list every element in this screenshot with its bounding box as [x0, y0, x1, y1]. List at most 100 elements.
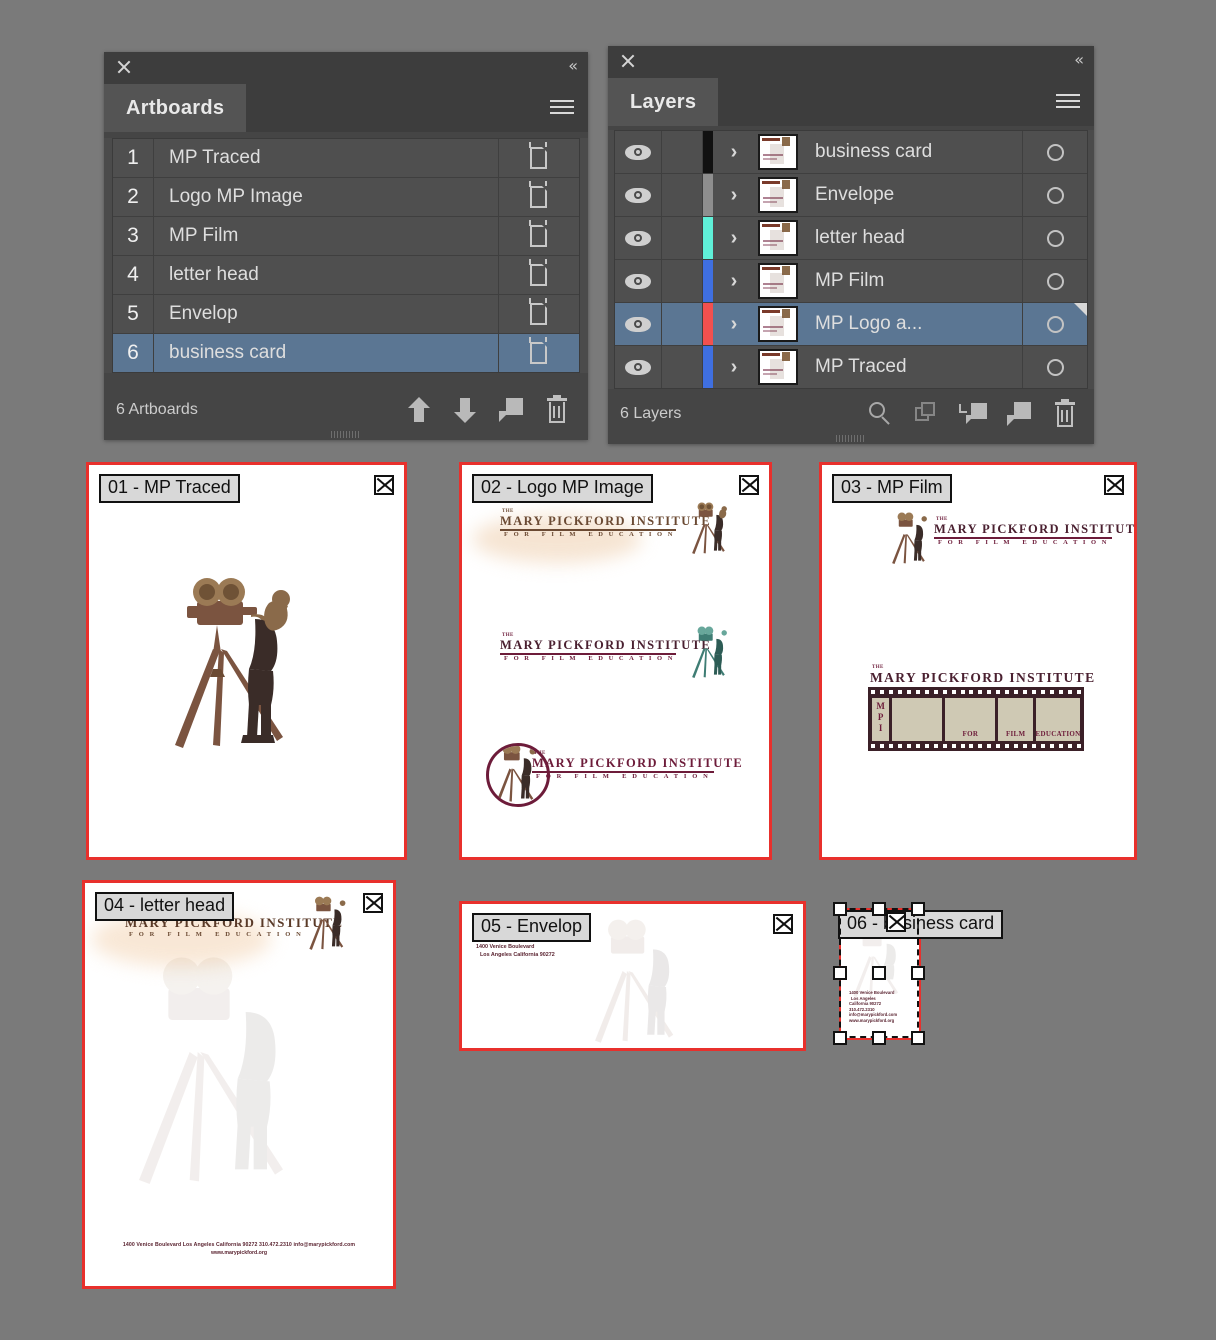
layer-thumbnail[interactable] — [755, 303, 801, 345]
selection-handle-mm[interactable] — [872, 966, 886, 980]
layer-name[interactable]: business card — [801, 131, 1022, 173]
artboard-04-letter-head[interactable]: 04 - letter head MARY PICKFORD INSTITUTE… — [82, 880, 396, 1289]
artboard-01-mp-traced[interactable]: 01 - MP Traced — [86, 462, 407, 860]
panel-resize-grip[interactable] — [608, 434, 1094, 442]
layer-row-4[interactable]: › MP Film — [615, 260, 1087, 303]
layer-lock-toggle[interactable] — [662, 303, 703, 345]
panel-menu-icon[interactable] — [550, 100, 574, 116]
layer-target-indicator[interactable] — [1022, 174, 1087, 216]
layer-thumbnail[interactable] — [755, 346, 801, 388]
artboard-close-icon[interactable] — [739, 475, 759, 495]
layer-name[interactable]: MP Traced — [801, 346, 1022, 388]
selection-handle-bl[interactable] — [833, 1031, 847, 1045]
layer-name[interactable]: MP Logo a... — [801, 303, 1022, 345]
artboard-close-icon[interactable] — [1104, 475, 1124, 495]
layer-visibility-toggle[interactable] — [615, 174, 662, 216]
chevron-right-icon[interactable]: › — [713, 174, 755, 216]
selection-handle-bm[interactable] — [872, 1031, 886, 1045]
tab-artboards[interactable]: Artboards — [104, 84, 247, 132]
artboards-panel-titlebar[interactable]: « — [104, 52, 588, 84]
close-icon[interactable] — [620, 53, 636, 69]
close-icon[interactable] — [116, 59, 132, 75]
layer-target-indicator[interactable] — [1022, 260, 1087, 302]
artboard-row-thumb[interactable] — [498, 178, 579, 216]
artboard-row-name[interactable]: Logo MP Image — [154, 186, 498, 208]
layers-panel-titlebar[interactable]: « — [608, 46, 1094, 78]
selection-handle-ml[interactable] — [833, 966, 847, 980]
chevron-right-icon[interactable]: › — [713, 131, 755, 173]
artboard-row-name[interactable]: business card — [154, 342, 498, 364]
layer-visibility-toggle[interactable] — [615, 346, 662, 388]
layer-row-1[interactable]: › business card — [615, 131, 1087, 174]
layer-lock-toggle[interactable] — [662, 260, 703, 302]
artboard-row-3[interactable]: 3 MP Film — [113, 217, 579, 256]
selection-handle-mr[interactable] — [911, 966, 925, 980]
tab-layers[interactable]: Layers — [608, 78, 719, 126]
layer-visibility-toggle[interactable] — [615, 217, 662, 259]
chevron-right-icon[interactable]: › — [713, 303, 755, 345]
layer-row-6[interactable]: › MP Traced — [615, 346, 1087, 388]
panel-menu-icon[interactable] — [1056, 94, 1080, 110]
layer-target-indicator[interactable] — [1022, 346, 1087, 388]
artboard-row-thumb[interactable] — [498, 217, 579, 255]
layer-thumbnail[interactable] — [755, 174, 801, 216]
artboard-row-1[interactable]: 1 MP Traced — [113, 139, 579, 178]
artboard-row-name[interactable]: MP Traced — [154, 147, 498, 169]
artboard-close-icon[interactable] — [363, 893, 383, 913]
release-to-layers-button[interactable] — [950, 394, 996, 434]
layer-row-5[interactable]: › MP Logo a... — [615, 303, 1087, 346]
layer-row-3[interactable]: › letter head — [615, 217, 1087, 260]
layer-name[interactable]: letter head — [801, 217, 1022, 259]
layer-thumbnail[interactable] — [755, 260, 801, 302]
layer-name[interactable]: Envelope — [801, 174, 1022, 216]
layer-lock-toggle[interactable] — [662, 174, 703, 216]
artboard-05-envelop[interactable]: 05 - Envelop 1400 Venice Boulevard Los A… — [459, 901, 806, 1051]
double-chevron-left-icon[interactable]: « — [1074, 52, 1084, 68]
panel-resize-grip[interactable] — [104, 430, 588, 438]
layer-target-indicator[interactable] — [1022, 131, 1087, 173]
delete-artboard-button[interactable] — [534, 390, 580, 430]
artboard-06-business-card-group[interactable]: 1400 Venice Boulevard Los Angeles Califo… — [833, 900, 925, 1048]
chevron-right-icon[interactable]: › — [713, 346, 755, 388]
new-artboard-button[interactable] — [488, 390, 534, 430]
selection-handle-tr[interactable] — [911, 902, 925, 916]
artboard-row-thumb[interactable] — [498, 334, 579, 372]
selection-handle-tl[interactable] — [833, 902, 847, 916]
selection-handle-tm[interactable] — [872, 902, 886, 916]
artboard-row-thumb[interactable] — [498, 295, 579, 333]
layer-target-indicator[interactable] — [1022, 217, 1087, 259]
layer-thumbnail[interactable] — [755, 217, 801, 259]
layer-row-2[interactable]: › Envelope — [615, 174, 1087, 217]
artboard-03-mp-film[interactable]: 03 - MP Film THE MARY PICKFORD INSTITUTE… — [819, 462, 1137, 860]
locate-object-button[interactable] — [858, 394, 904, 434]
layer-thumbnail[interactable] — [755, 131, 801, 173]
delete-layer-button[interactable] — [1042, 394, 1088, 434]
artboard-row-thumb[interactable] — [498, 139, 579, 177]
artboard-close-icon[interactable] — [374, 475, 394, 495]
move-up-button[interactable] — [396, 390, 442, 430]
make-clipping-mask-button[interactable] — [904, 394, 950, 434]
create-new-layer-button[interactable] — [996, 394, 1042, 434]
layer-visibility-toggle[interactable] — [615, 303, 662, 345]
artboard-row-2[interactable]: 2 Logo MP Image — [113, 178, 579, 217]
artboard-row-5[interactable]: 5 Envelop — [113, 295, 579, 334]
artboard-row-4[interactable]: 4 letter head — [113, 256, 579, 295]
artboard-row-name[interactable]: Envelop — [154, 303, 498, 325]
layer-name[interactable]: MP Film — [801, 260, 1022, 302]
artboard-02-logo-mp-image[interactable]: 02 - Logo MP Image THE MARY PICKFORD INS… — [459, 462, 772, 860]
layer-visibility-toggle[interactable] — [615, 131, 662, 173]
artboard-row-name[interactable]: letter head — [154, 264, 498, 286]
move-down-button[interactable] — [442, 390, 488, 430]
artboard-row-6[interactable]: 6 business card — [113, 334, 579, 372]
chevron-right-icon[interactable]: › — [713, 260, 755, 302]
layer-visibility-toggle[interactable] — [615, 260, 662, 302]
artboard-row-name[interactable]: MP Film — [154, 225, 498, 247]
double-chevron-left-icon[interactable]: « — [568, 58, 578, 74]
artboard-close-icon[interactable] — [773, 914, 793, 934]
artboard-row-thumb[interactable] — [498, 256, 579, 294]
selection-handle-br[interactable] — [911, 1031, 925, 1045]
layer-lock-toggle[interactable] — [662, 131, 703, 173]
chevron-right-icon[interactable]: › — [713, 217, 755, 259]
layer-lock-toggle[interactable] — [662, 346, 703, 388]
layer-lock-toggle[interactable] — [662, 217, 703, 259]
